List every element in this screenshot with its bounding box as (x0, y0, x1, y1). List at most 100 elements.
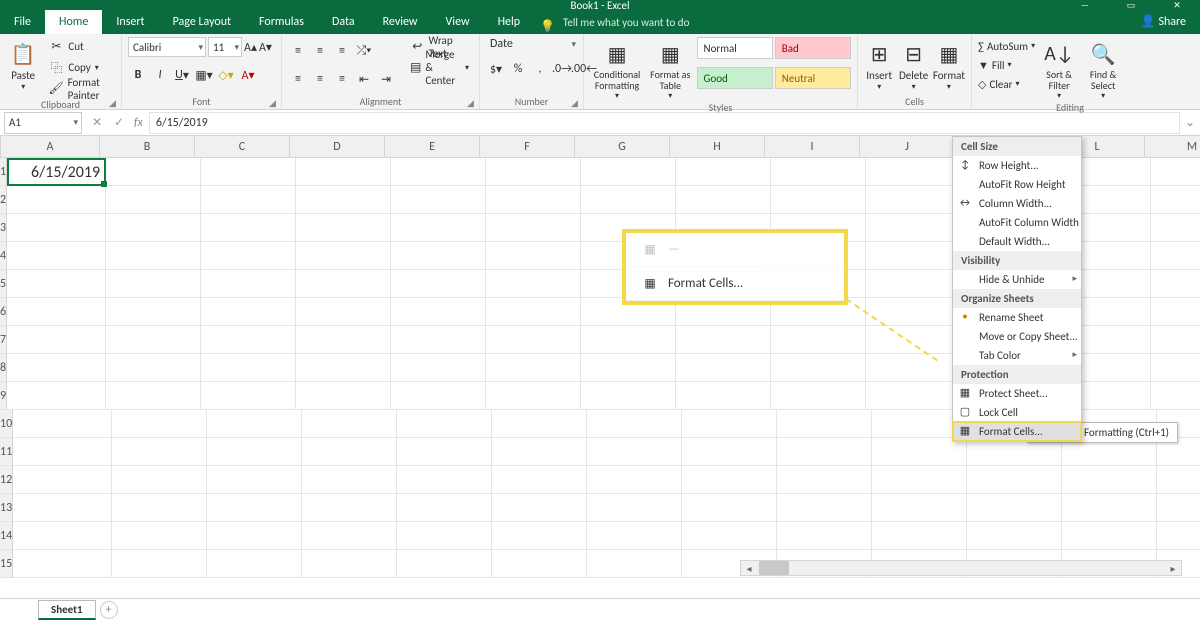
format-cells-button[interactable]: ▦Format▾ (933, 37, 965, 92)
cell[interactable] (1151, 242, 1200, 270)
menu-move-copy[interactable]: Move or Copy Sheet... (953, 327, 1081, 346)
cell[interactable] (1151, 270, 1200, 298)
cell[interactable] (391, 270, 486, 298)
tab-home[interactable]: Home (45, 10, 102, 34)
cell[interactable] (201, 270, 296, 298)
row-header[interactable]: 8 (0, 354, 7, 382)
col-header[interactable]: I (765, 136, 860, 157)
cell[interactable] (302, 522, 397, 550)
cell[interactable] (302, 494, 397, 522)
cell[interactable] (486, 186, 581, 214)
cell[interactable] (13, 550, 112, 578)
cell[interactable] (397, 494, 492, 522)
delete-cells-button[interactable]: ⊟Delete▾ (898, 37, 928, 92)
cell[interactable] (7, 326, 106, 354)
cell[interactable] (777, 410, 872, 438)
cell[interactable] (866, 270, 961, 298)
cell[interactable] (201, 298, 296, 326)
number-format-combo[interactable]: Date (486, 37, 578, 51)
orientation-button[interactable]: ⤮▾ (354, 41, 374, 61)
cell[interactable] (7, 242, 106, 270)
menu-row-height[interactable]: ↕Row Height... (953, 156, 1081, 175)
cell[interactable] (777, 522, 872, 550)
increase-font-button[interactable]: A▴ (244, 40, 257, 55)
sort-filter-button[interactable]: A↓Sort & Filter▾ (1039, 37, 1079, 101)
decrease-font-button[interactable]: A▾ (259, 40, 272, 55)
cell[interactable] (201, 186, 296, 214)
italic-button[interactable]: I (150, 65, 170, 85)
cell[interactable] (1151, 298, 1200, 326)
cell[interactable] (682, 410, 777, 438)
font-size-combo[interactable]: 11 (208, 37, 242, 57)
cell[interactable] (872, 494, 967, 522)
cell[interactable] (771, 326, 866, 354)
enter-formula-icon[interactable]: ✓ (108, 115, 130, 130)
cell[interactable] (492, 550, 587, 578)
cell[interactable] (201, 158, 296, 186)
cell[interactable] (302, 438, 397, 466)
cell[interactable] (777, 438, 872, 466)
alignment-launcher[interactable]: ◢ (467, 98, 477, 108)
cell-styles-gallery[interactable]: Normal Bad Good Neutral (697, 37, 852, 95)
cell[interactable] (201, 382, 296, 410)
cell[interactable] (486, 270, 581, 298)
cell[interactable] (112, 550, 207, 578)
autosum-button[interactable]: ∑AutoSum▾ (978, 37, 1035, 55)
cell[interactable] (777, 466, 872, 494)
cell[interactable] (866, 158, 961, 186)
cell[interactable] (967, 466, 1062, 494)
menu-autofit-row[interactable]: AutoFit Row Height (953, 175, 1081, 194)
max-icon[interactable]: ▭ (1108, 0, 1154, 10)
cell[interactable] (207, 522, 302, 550)
close-icon[interactable]: ✕ (1154, 0, 1200, 10)
cell[interactable] (112, 522, 207, 550)
row-header[interactable]: 6 (0, 298, 7, 326)
cell[interactable] (106, 158, 201, 186)
cell[interactable] (13, 522, 112, 550)
cell[interactable] (13, 466, 112, 494)
cell[interactable] (106, 326, 201, 354)
cell[interactable] (207, 550, 302, 578)
cell[interactable] (1151, 354, 1200, 382)
cell[interactable] (112, 410, 207, 438)
cell[interactable] (391, 298, 486, 326)
cell[interactable] (581, 158, 676, 186)
align-left-button[interactable]: ≡ (288, 69, 308, 89)
cell[interactable] (967, 494, 1062, 522)
col-header[interactable]: A (1, 136, 100, 157)
cell[interactable] (106, 214, 201, 242)
cell[interactable] (391, 186, 486, 214)
cell[interactable] (676, 186, 771, 214)
cell[interactable] (13, 494, 112, 522)
cell[interactable] (296, 354, 391, 382)
cell[interactable] (296, 186, 391, 214)
style-good[interactable]: Good (697, 67, 773, 89)
cell[interactable] (492, 522, 587, 550)
cell[interactable] (1062, 494, 1157, 522)
tab-review[interactable]: Review (369, 10, 432, 34)
font-launcher[interactable]: ◢ (269, 98, 279, 108)
cell[interactable] (771, 158, 866, 186)
cell[interactable] (1151, 214, 1200, 242)
cell[interactable] (106, 186, 201, 214)
cell[interactable] (201, 354, 296, 382)
cell[interactable] (682, 438, 777, 466)
clipboard-launcher[interactable]: ◢ (109, 98, 119, 108)
cell[interactable] (771, 354, 866, 382)
fx-icon[interactable]: fx (134, 116, 143, 130)
row-header[interactable]: 14 (0, 522, 13, 550)
cell[interactable] (1151, 326, 1200, 354)
cell[interactable] (581, 326, 676, 354)
cell[interactable] (967, 522, 1062, 550)
col-header[interactable]: G (575, 136, 670, 157)
cell[interactable] (1157, 494, 1200, 522)
cell[interactable] (391, 242, 486, 270)
cell[interactable] (486, 326, 581, 354)
cell[interactable] (302, 550, 397, 578)
cell[interactable] (207, 410, 302, 438)
cell[interactable] (581, 354, 676, 382)
row-header[interactable]: 13 (0, 494, 13, 522)
row-header[interactable]: 7 (0, 326, 7, 354)
min-icon[interactable]: — (1062, 0, 1108, 10)
cell[interactable] (201, 326, 296, 354)
